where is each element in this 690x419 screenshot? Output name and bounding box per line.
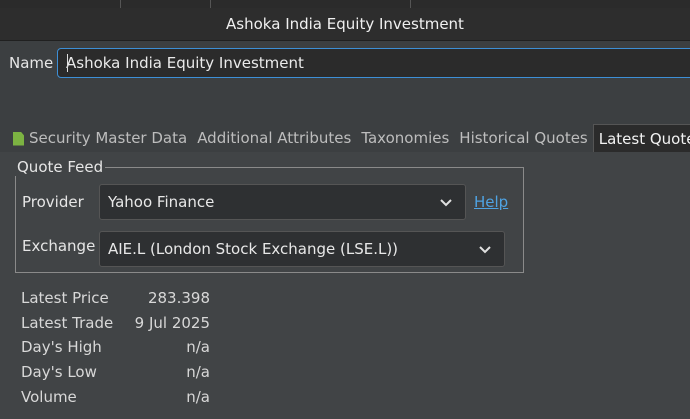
tab-taxonomies[interactable]: Taxonomies — [356, 124, 454, 152]
exchange-value: AIE.L (London Stock Exchange (LSE.L)) — [108, 240, 399, 258]
latest-trade-label: Latest Trade — [21, 314, 114, 332]
strip-cell — [120, 0, 211, 8]
tab-label: Additional Attributes — [197, 129, 352, 147]
tab-label: Historical Quotes — [459, 129, 588, 147]
exchange-select[interactable]: AIE.L (London Stock Exchange (LSE.L)) — [99, 231, 505, 267]
strip-cell — [210, 0, 411, 8]
quote-feed-legend: Quote Feed — [15, 158, 106, 176]
strip-cell — [0, 0, 121, 8]
days-low-label: Day's Low — [21, 363, 97, 381]
exchange-label: Exchange — [22, 237, 96, 255]
latest-price-value: 283.398 — [147, 289, 210, 307]
volume-label: Volume — [21, 388, 77, 406]
chevron-down-icon — [479, 246, 491, 254]
name-input[interactable] — [57, 48, 690, 78]
background-window-strip — [0, 0, 690, 8]
tab-bar: Security Master Data Additional Attribut… — [0, 124, 690, 152]
tab-additional-attributes[interactable]: Additional Attributes — [192, 124, 356, 152]
document-icon — [13, 131, 24, 146]
tab-label: Latest Quote — [598, 130, 690, 148]
days-high-label: Day's High — [21, 338, 102, 356]
days-high-value: n/a — [186, 338, 210, 356]
tab-label: Security Master Data — [29, 129, 188, 147]
latest-price-label: Latest Price — [21, 289, 109, 307]
help-link[interactable]: Help — [474, 193, 508, 211]
tab-latest-quote[interactable]: Latest Quote — [592, 124, 690, 152]
chevron-down-icon — [440, 199, 452, 207]
days-low-value: n/a — [186, 363, 210, 381]
volume-value: n/a — [186, 388, 210, 406]
text-cursor — [67, 54, 68, 72]
tab-historical-quotes[interactable]: Historical Quotes — [454, 124, 592, 152]
provider-label: Provider — [22, 193, 84, 211]
tab-security-master-data[interactable]: Security Master Data — [0, 124, 192, 152]
window-title: Ashoka India Equity Investment — [226, 15, 464, 33]
provider-select[interactable]: Yahoo Finance — [99, 184, 466, 220]
window-titlebar[interactable]: Ashoka India Equity Investment — [0, 8, 690, 41]
latest-trade-value: 9 Jul 2025 — [134, 314, 210, 332]
name-label: Name — [9, 54, 54, 72]
tab-label: Taxonomies — [361, 129, 450, 147]
provider-value: Yahoo Finance — [108, 193, 215, 211]
